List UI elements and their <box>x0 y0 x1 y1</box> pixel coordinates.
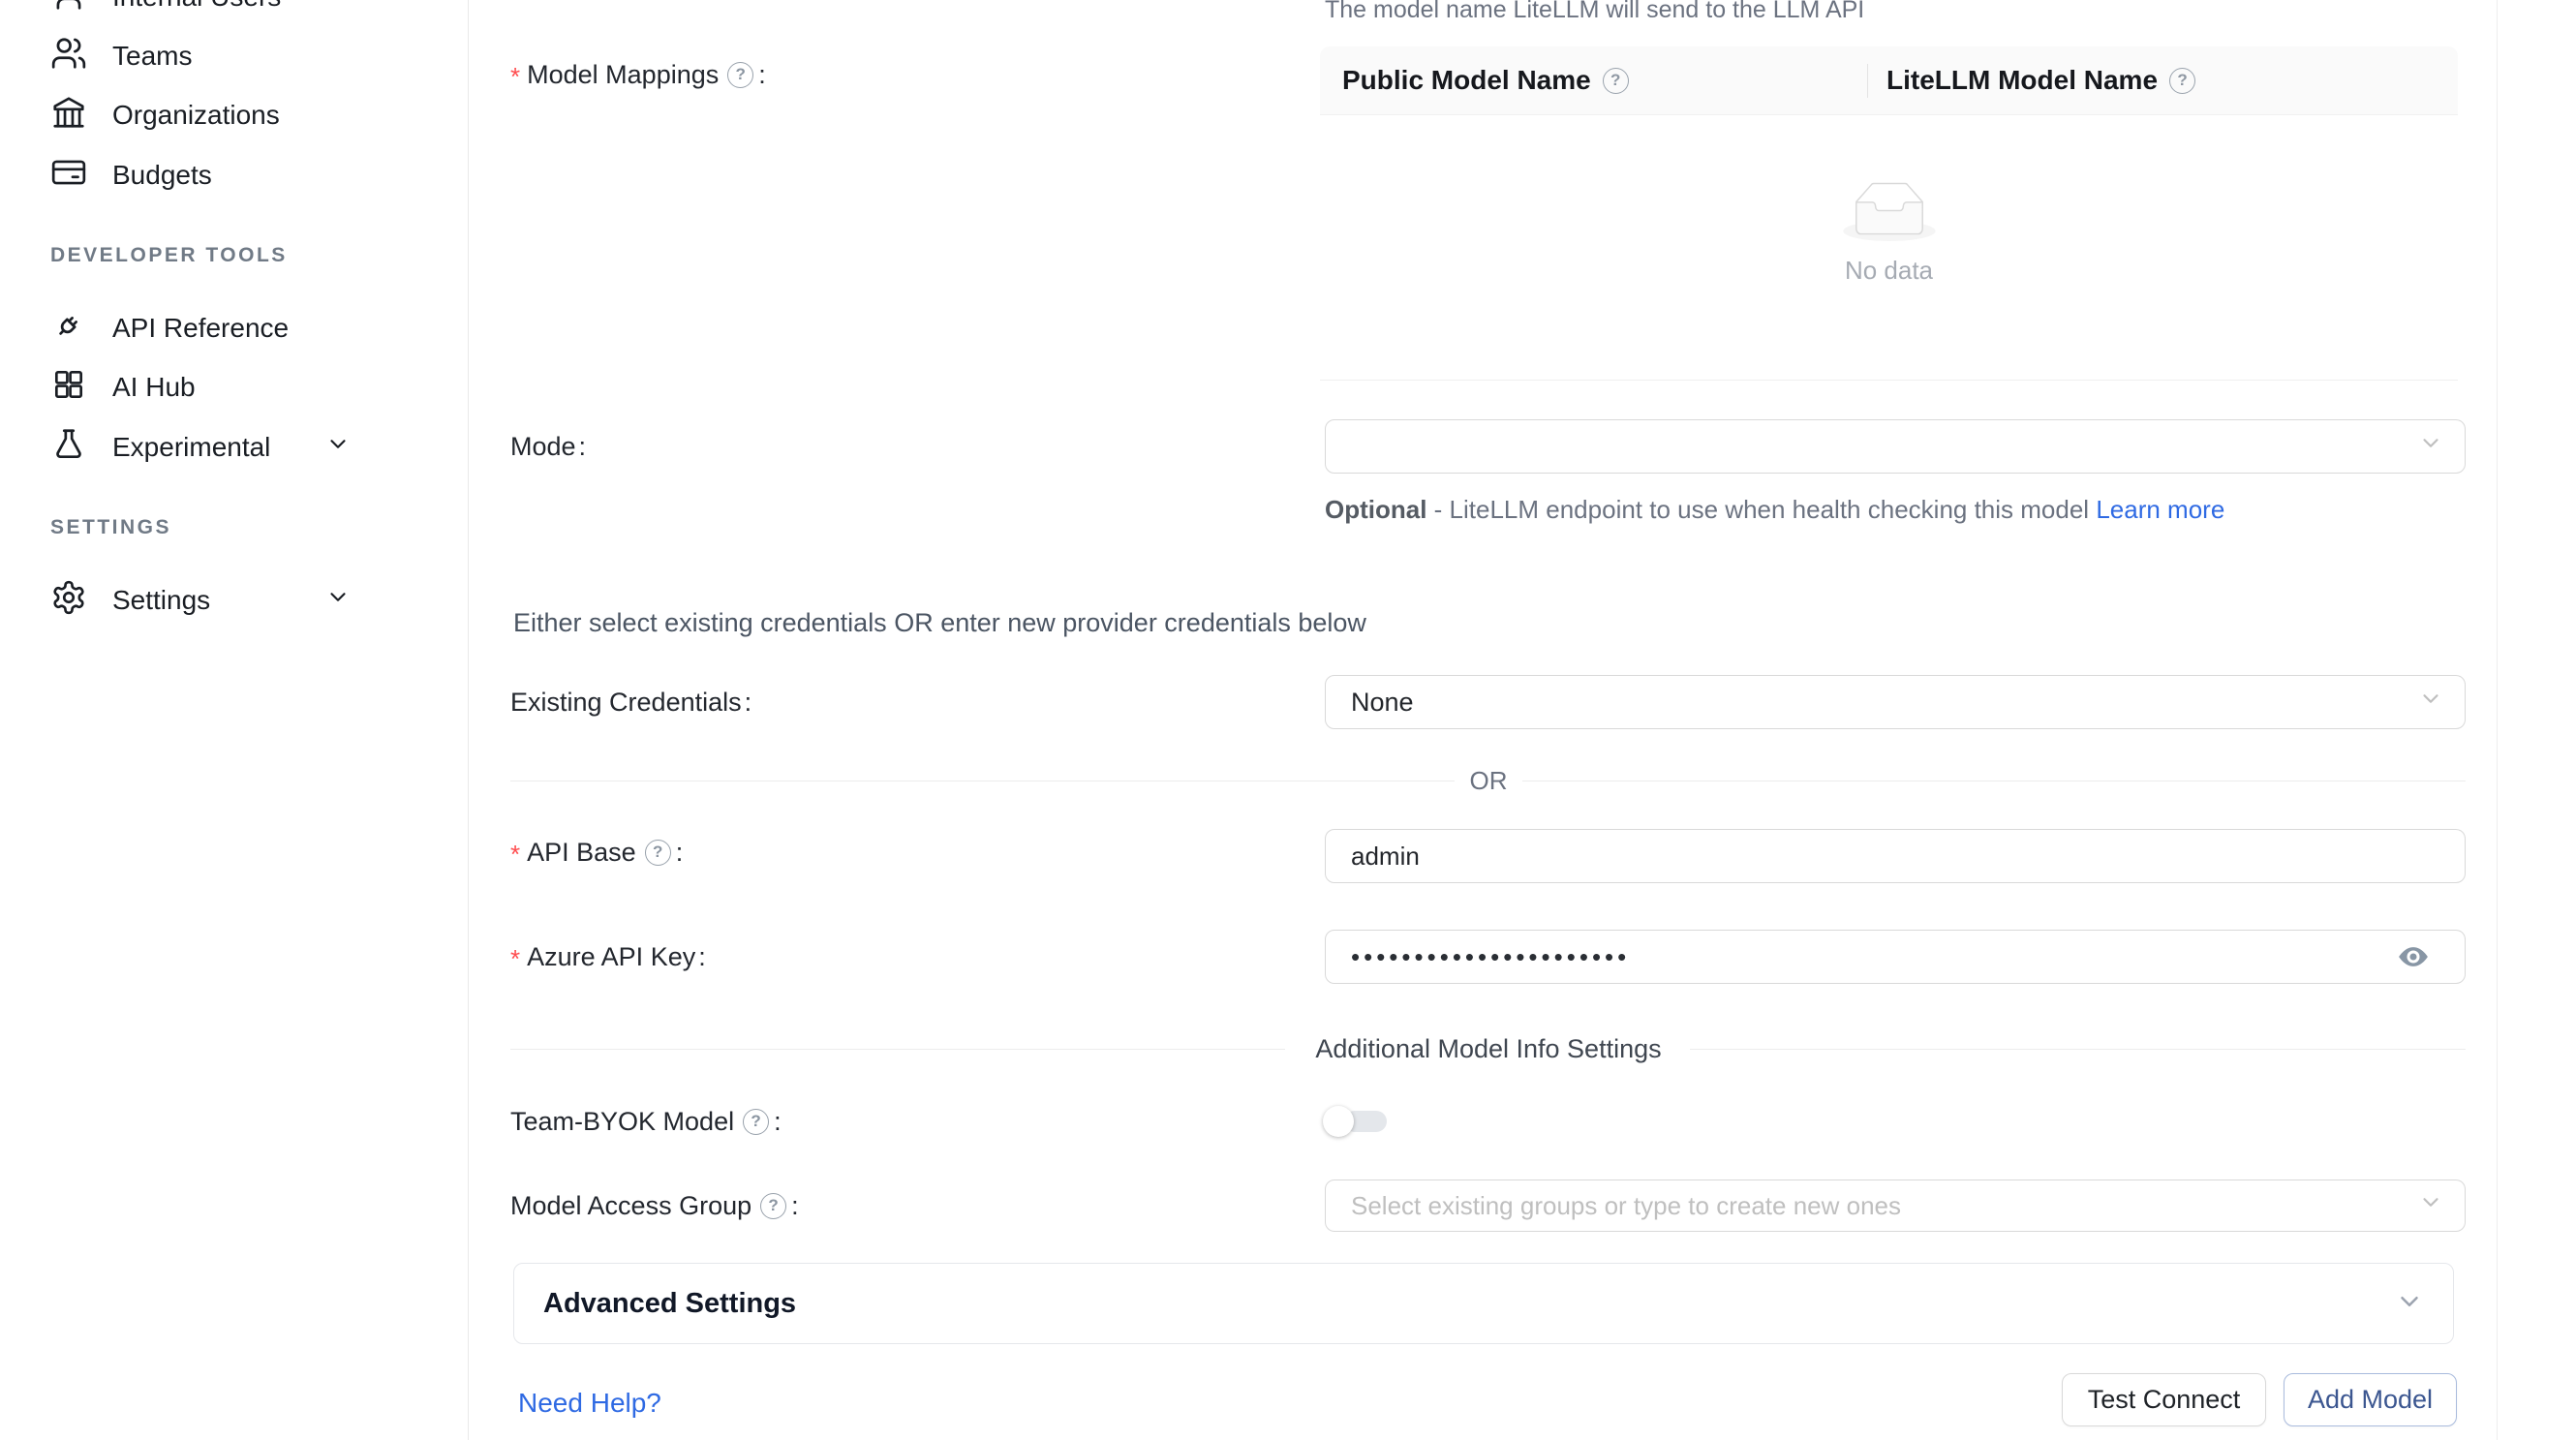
content-right-divider <box>2497 0 2498 1440</box>
table-header-row: Public Model Name ? LiteLLM Model Name ? <box>1320 46 2458 115</box>
model-access-group-label: Model Access Group ? : <box>510 1189 799 1222</box>
azure-api-key-input[interactable]: •••••••••••••••••••••• <box>1325 930 2466 984</box>
team-byok-toggle[interactable] <box>1323 1106 1387 1137</box>
credit-card-icon <box>50 154 87 198</box>
chevron-down-icon <box>325 585 351 617</box>
chevron-down-icon <box>325 432 351 464</box>
sidebar-section-developer-tools: DEVELOPER TOOLS <box>50 244 288 267</box>
empty-inbox-icon <box>1843 229 1936 245</box>
eye-icon[interactable] <box>2396 940 2431 973</box>
required-asterisk: * <box>510 62 520 92</box>
masked-password-value: •••••••••••••••••••••• <box>1351 942 1630 972</box>
sidebar-item-label: Settings <box>112 585 210 616</box>
sidebar-item-organizations[interactable]: Organizations <box>0 88 469 142</box>
sidebar-item-label: Internal Users <box>112 0 281 13</box>
help-icon[interactable]: ? <box>760 1193 786 1219</box>
sidebar-item-api-reference[interactable]: API Reference <box>0 301 469 355</box>
column-divider <box>1867 64 1868 98</box>
divider-line <box>510 1049 1285 1050</box>
sidebar-item-label: AI Hub <box>112 372 196 403</box>
sidebar-item-label: Teams <box>112 41 192 72</box>
model-access-group-select[interactable]: Select existing groups or type to create… <box>1325 1180 2466 1232</box>
select-placeholder: Select existing groups or type to create… <box>1351 1191 1901 1221</box>
mode-helper-text: Optional - LiteLLM endpoint to use when … <box>1325 490 2240 529</box>
mode-label: Mode : <box>510 430 586 463</box>
divider-line <box>1690 1049 2466 1050</box>
sidebar-section-settings: SETTINGS <box>50 516 171 539</box>
api-base-input[interactable]: admin <box>1325 829 2466 883</box>
sidebar-item-teams[interactable]: Teams <box>0 29 469 83</box>
sidebar-item-budgets[interactable]: Budgets <box>0 148 469 202</box>
advanced-settings-title: Advanced Settings <box>543 1288 796 1320</box>
chevron-down-icon <box>2418 1190 2443 1222</box>
help-icon[interactable]: ? <box>1603 68 1629 94</box>
existing-credentials-select[interactable]: None <box>1325 675 2466 729</box>
model-mappings-label: * Model Mappings ? : <box>510 58 766 91</box>
learn-more-link[interactable]: Learn <box>2096 495 2161 524</box>
sidebar-item-ai-hub[interactable]: AI Hub <box>0 360 469 414</box>
required-asterisk: * <box>510 840 520 870</box>
team-byok-label: Team-BYOK Model ? : <box>510 1105 782 1138</box>
flask-icon <box>50 426 87 470</box>
required-asterisk: * <box>510 944 520 974</box>
additional-info-divider-text: Additional Model Info Settings <box>1315 1034 1661 1064</box>
advanced-settings-panel[interactable]: Advanced Settings <box>513 1263 2454 1344</box>
sidebar-item-label: API Reference <box>112 313 289 344</box>
chevron-down-icon <box>2395 1287 2424 1321</box>
sidebar-item-label: Budgets <box>112 160 212 191</box>
toggle-knob <box>1323 1106 1354 1137</box>
no-data-text: No data <box>1320 256 2458 286</box>
or-divider-text: OR <box>1470 766 1508 796</box>
add-model-button[interactable]: Add Model <box>2284 1373 2457 1426</box>
plug-icon <box>50 307 87 351</box>
empty-state: No data <box>1320 182 2458 286</box>
help-icon[interactable]: ? <box>645 840 671 866</box>
column-header-public-model-name: Public Model Name ? <box>1320 65 1867 96</box>
chevron-down-icon <box>2418 431 2443 463</box>
gear-icon <box>50 579 87 623</box>
model-name-helper-text: The model name LiteLLM will send to the … <box>1325 0 1864 24</box>
sidebar-item-label: Organizations <box>112 100 280 131</box>
help-icon[interactable]: ? <box>727 62 753 88</box>
grid-icon <box>50 366 87 410</box>
mode-select[interactable] <box>1325 419 2466 474</box>
user-icon <box>50 0 87 19</box>
chevron-down-icon <box>2418 687 2443 719</box>
learn-more-link[interactable]: more <box>2167 495 2224 524</box>
credentials-note: Either select existing credentials OR en… <box>513 608 1366 638</box>
column-header-litellm-model-name: LiteLLM Model Name ? <box>1867 65 2197 96</box>
api-base-label: * API Base ? : <box>510 836 683 869</box>
sidebar: Internal Users Teams Organizations Budge… <box>0 0 469 1440</box>
sidebar-item-label: Experimental <box>112 432 270 463</box>
sidebar-item-experimental[interactable]: Experimental <box>0 420 469 475</box>
azure-api-key-label: * Azure API Key : <box>510 940 706 973</box>
users-icon <box>50 35 87 78</box>
sidebar-item-settings[interactable]: Settings <box>0 573 469 628</box>
help-icon[interactable]: ? <box>743 1109 769 1135</box>
existing-credentials-label: Existing Credentials : <box>510 686 751 719</box>
model-mappings-table: Public Model Name ? LiteLLM Model Name ?… <box>1320 46 2458 381</box>
bank-icon <box>50 94 87 138</box>
help-icon[interactable]: ? <box>2169 68 2195 94</box>
test-connect-button[interactable]: Test Connect <box>2062 1373 2266 1426</box>
sidebar-item-internal-users[interactable]: Internal Users <box>0 0 469 24</box>
need-help-link[interactable]: Need Help? <box>518 1388 661 1419</box>
